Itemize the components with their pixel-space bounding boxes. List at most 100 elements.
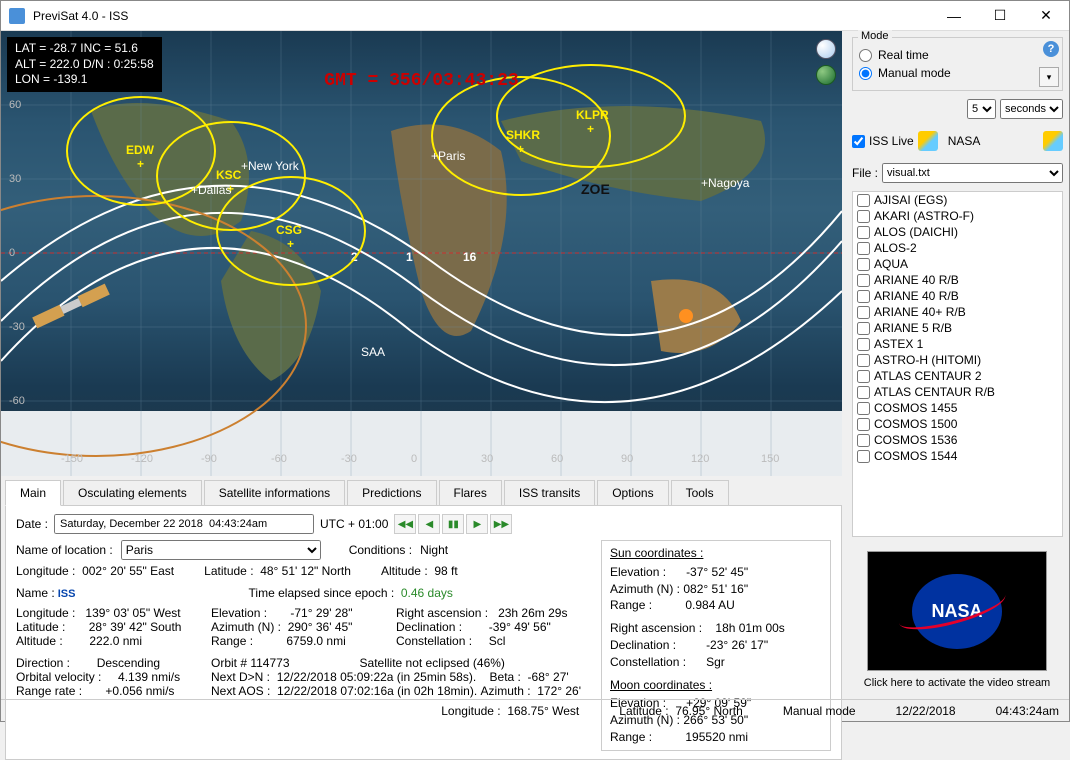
lon-tick-label: -120 [131,453,153,465]
satellite-checkbox[interactable] [857,322,870,335]
rewind-fast-button[interactable]: ◀◀ [394,514,416,534]
rewind-button[interactable]: ◀ [418,514,440,534]
station-label: KSC [216,168,241,182]
conditions-label: Conditions : [349,543,412,557]
lon-tick-label: -150 [61,453,83,465]
tab-iss-transits[interactable]: ISS transits [504,480,595,506]
window-titlebar: PreviSat 4.0 - ISS — ☐ ✕ [1,1,1069,31]
satellite-list-item[interactable]: ALOS-2 [853,240,1062,256]
satellite-name: ISS [58,588,76,600]
satellite-checkbox[interactable] [857,194,870,207]
satellite-checkbox[interactable] [857,450,870,463]
mode-group-title: Mode [858,30,892,42]
station-label: KLPR [576,108,609,122]
satellite-list-item[interactable]: AJISAI (EGS) [853,192,1062,208]
tab-strip: MainOsculating elementsSatellite informa… [5,480,842,506]
close-button[interactable]: ✕ [1023,1,1069,31]
satellite-list-item[interactable]: ARIANE 40 R/B [853,288,1062,304]
lat-tick-label: 30 [9,173,21,185]
lon-tick-label: 30 [481,453,493,465]
video-stream-label: Click here to activate the video stream [864,677,1050,689]
step-value-select[interactable]: 5 [967,99,996,119]
world-map[interactable]: 2 1 16 SAA EDW+KSC+CSG+SHKR+KLPR+ +New Y… [1,31,842,476]
lon-tick-label: -60 [271,453,287,465]
tab-predictions[interactable]: Predictions [347,480,436,506]
station-label: SHKR [506,128,540,142]
satellite-list-item[interactable]: AQUA [853,256,1062,272]
satellite-list-item[interactable]: ARIANE 5 R/B [853,320,1062,336]
lon-tick-label: 150 [761,453,779,465]
file-select[interactable]: visual.txt [882,163,1063,183]
city-label: +Dallas [191,183,231,197]
minimize-button[interactable]: — [931,1,977,31]
pause-button[interactable]: ▮▮ [442,514,464,534]
realtime-radio[interactable]: Real time [859,48,1056,62]
date-input[interactable] [54,514,314,534]
satellite-checkbox[interactable] [857,226,870,239]
city-label: +New York [241,159,299,173]
station-label: EDW [126,143,154,157]
svg-text:SAA: SAA [361,345,385,359]
lat-tick-label: 60 [9,99,21,111]
satellite-list-item[interactable]: ASTRO-H (HITOMI) [853,352,1062,368]
satellite-list-item[interactable]: ARIANE 40 R/B [853,272,1062,288]
lat-tick-label: 0 [9,247,15,259]
svg-text:16: 16 [463,250,477,264]
satellite-list-item[interactable]: ASTEX 1 [853,336,1062,352]
satellite-list-item[interactable]: ATLAS CENTAUR 2 [853,368,1062,384]
satellite-checkbox[interactable] [857,418,870,431]
satellite-list-item[interactable]: COSMOS 1455 [853,400,1062,416]
gmt-clock: GMT = 356/03:43:23 [324,71,518,91]
tab-flares[interactable]: Flares [439,480,502,506]
nasa-label: NASA [948,134,981,148]
zoom-icon[interactable] [816,39,836,59]
weather-icon-2[interactable] [1043,131,1063,151]
file-label: File : [852,166,878,180]
satellite-list-item[interactable]: AKARI (ASTRO-F) [853,208,1062,224]
play-button[interactable]: ▶ [466,514,488,534]
tab-osculating-elements[interactable]: Osculating elements [63,480,202,506]
satellite-list-item[interactable]: ALOS (DAICHI) [853,224,1062,240]
location-label: Name of location : [16,543,113,557]
satellite-checkbox[interactable] [857,210,870,223]
city-label: +Paris [431,149,465,163]
satellite-checkbox[interactable] [857,434,870,447]
help-icon[interactable]: ? [1043,41,1059,57]
satellite-list[interactable]: AJISAI (EGS) AKARI (ASTRO-F) ALOS (DAICH… [852,191,1063,537]
lon-tick-label: -90 [201,453,217,465]
satellite-checkbox[interactable] [857,354,870,367]
tab-satellite-informations[interactable]: Satellite informations [204,480,345,506]
mode-dropdown-button[interactable]: ▾ [1039,67,1059,87]
maximize-button[interactable]: ☐ [977,1,1023,31]
satellite-checkbox[interactable] [857,402,870,415]
app-icon [9,8,25,24]
satellite-list-item[interactable]: COSMOS 1536 [853,432,1062,448]
satellite-checkbox[interactable] [857,306,870,319]
satellite-checkbox[interactable] [857,274,870,287]
station-label: CSG [276,223,302,237]
video-stream-box[interactable]: NASA [867,551,1047,671]
satellite-list-item[interactable]: ATLAS CENTAUR R/B [853,384,1062,400]
weather-icon[interactable] [918,131,938,151]
lon-tick-label: 90 [621,453,633,465]
satellite-checkbox[interactable] [857,370,870,383]
iss-live-checkbox[interactable] [852,135,865,148]
satellite-checkbox[interactable] [857,258,870,271]
satellite-list-item[interactable]: COSMOS 1544 [853,448,1062,464]
status-bar: Longitude : 168.75° West Latitude : 76.9… [1,699,1069,721]
location-select[interactable]: Paris [121,540,321,560]
tab-options[interactable]: Options [597,480,668,506]
tab-main[interactable]: Main [5,480,61,506]
satellite-checkbox[interactable] [857,338,870,351]
satellite-checkbox[interactable] [857,386,870,399]
satellite-list-item[interactable]: COSMOS 1500 [853,416,1062,432]
step-unit-select[interactable]: seconds [1000,99,1063,119]
satellite-checkbox[interactable] [857,290,870,303]
iss-live-label: ISS Live [869,134,914,148]
forward-fast-button[interactable]: ▶▶ [490,514,512,534]
tab-tools[interactable]: Tools [671,480,729,506]
satellite-list-item[interactable]: ARIANE 40+ R/B [853,304,1062,320]
satellite-checkbox[interactable] [857,242,870,255]
globe-icon[interactable] [816,65,836,85]
manual-radio[interactable]: Manual mode [859,66,1056,80]
